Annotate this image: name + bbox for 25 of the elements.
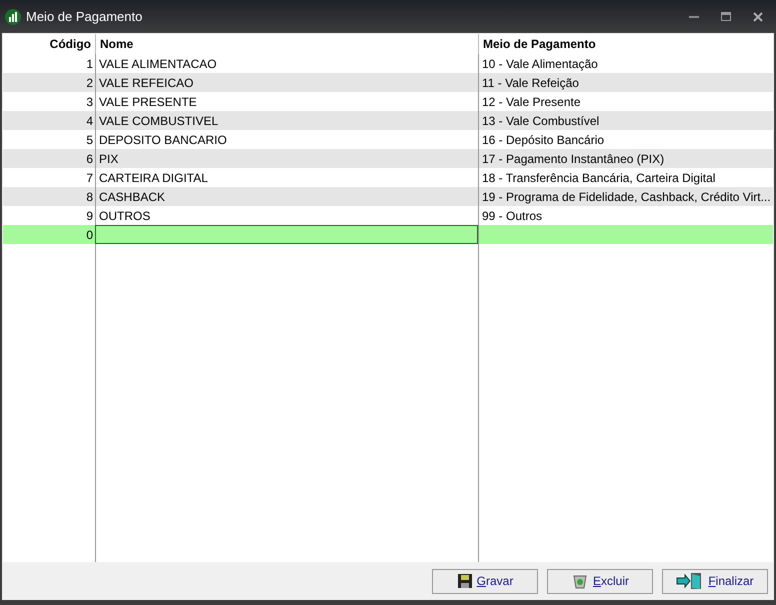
app-logo-icon xyxy=(4,8,22,26)
table-row[interactable]: 2 VALE REFEICAO 11 - Vale Refeição xyxy=(3,73,773,92)
column-header[interactable]: Código xyxy=(3,35,95,53)
table-cell-text: 7 xyxy=(85,170,94,186)
table-cell-text: 4 xyxy=(85,112,94,130)
name-input-field[interactable] xyxy=(95,225,478,244)
table-cell-text: 1 xyxy=(85,56,94,72)
table-row[interactable]: 6 PIX 17 - Pagamento Instantâneo (PIX) xyxy=(3,149,773,168)
table-cell-text: 5 xyxy=(85,132,94,148)
close-icon xyxy=(753,12,763,22)
table-row[interactable]: 0 xyxy=(3,225,773,244)
table-row[interactable]: 4 VALE COMBUSTIVEL 13 - Vale Combustível xyxy=(3,111,773,130)
table-row[interactable]: 8 CASHBACK 19 - Programa de Fidelidade, Cashback, Crédito Virt... xyxy=(3,187,773,206)
table-cell-text: 6 xyxy=(85,150,94,168)
table-cell-text: 9 xyxy=(85,208,94,224)
table-cell-text: 0 xyxy=(85,226,94,244)
minimize-icon xyxy=(689,15,699,18)
exit-button[interactable]: Finalizar xyxy=(662,568,768,594)
delete-button[interactable]: Excluir xyxy=(547,568,653,594)
table-cell-text: 3 xyxy=(85,94,94,110)
table-cell-text: 8 xyxy=(85,188,94,206)
window-title: Meio de Pagamento xyxy=(26,8,142,26)
table-cell-text: 2 xyxy=(85,74,94,92)
maximize-icon xyxy=(721,12,731,21)
save-button[interactable]: Gravar xyxy=(432,568,538,594)
